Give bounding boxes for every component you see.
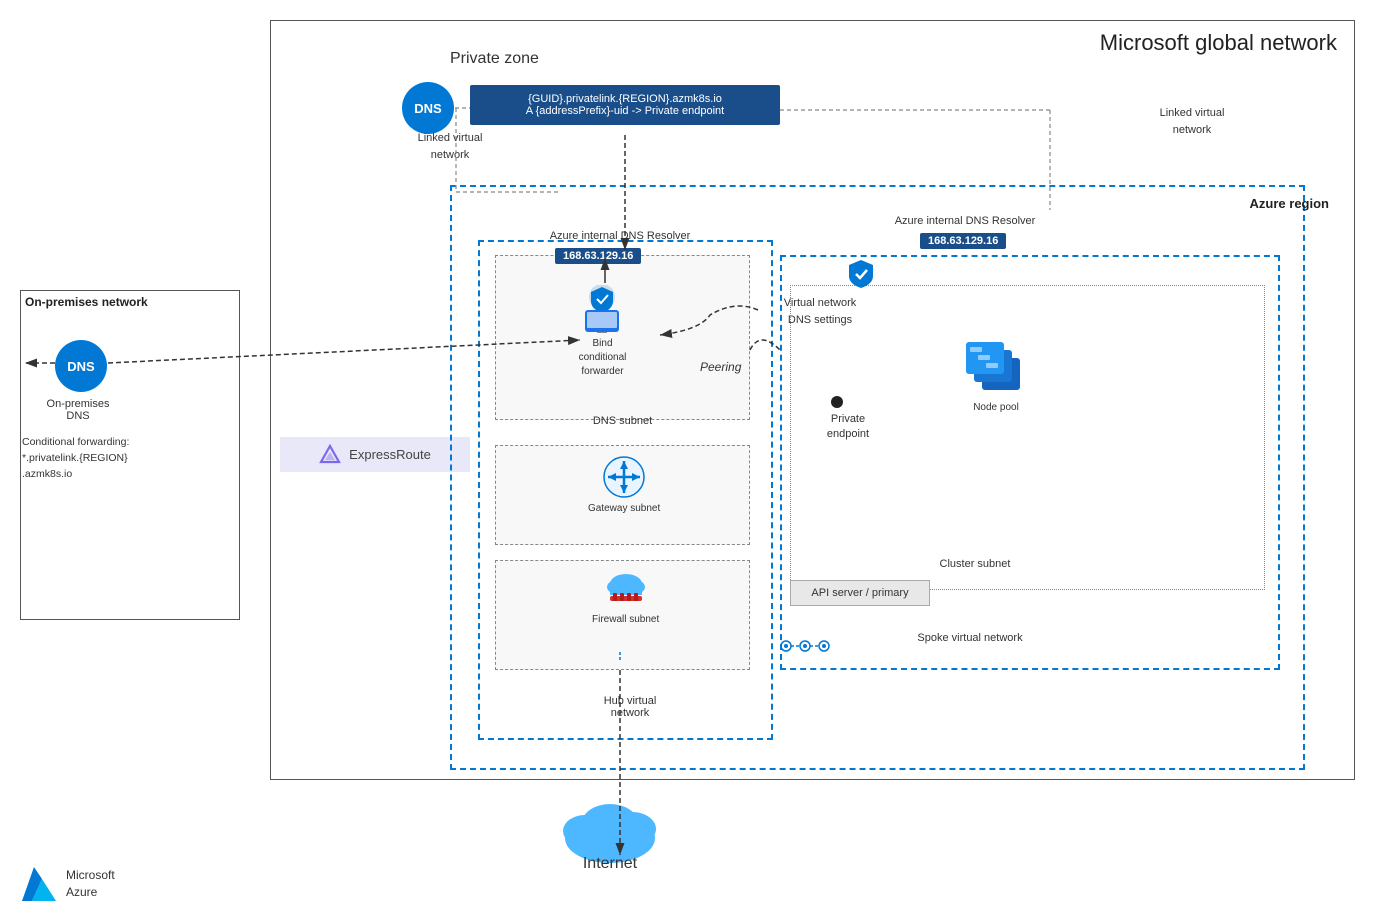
node-pool-icon: [960, 330, 1032, 398]
private-zone-label: Private zone: [450, 50, 539, 68]
peering-label: Peering: [700, 360, 741, 374]
azure-logo-text: MicrosoftAzure: [66, 867, 115, 901]
dns-ip-badge-right: 168.63.129.16: [920, 233, 1006, 249]
on-premises-dns-node-label: On-premisesDNS: [28, 398, 128, 422]
linked-vnet-label-1: Linked virtualnetwork: [395, 130, 505, 163]
firewall-subnet-label: Firewall subnet: [592, 614, 659, 625]
bind-forwarder-container: Bindconditionalforwarder: [575, 285, 630, 379]
gateway-subnet-label: Gateway subnet: [588, 503, 660, 514]
cluster-subnet-label: Cluster subnet: [875, 558, 1075, 570]
node-pool-label: Node pool: [973, 402, 1019, 413]
internet-cloud-container: Internet: [550, 793, 670, 873]
spoke-vnet-label: Spoke virtual network: [870, 632, 1070, 644]
spoke-vnet-connector: [780, 640, 835, 652]
dns-record-box: {GUID}.privatelink.{REGION}.azmk8s.io A …: [470, 85, 780, 125]
dns-record-line1: {GUID}.privatelink.{REGION}.azmk8s.io: [482, 93, 768, 105]
expressroute-area: ExpressRoute: [280, 437, 470, 472]
gateway-icon-container: Gateway subnet: [588, 455, 660, 514]
expressroute-icon: [319, 444, 341, 466]
on-premises-dns-globe: DNS: [55, 340, 107, 392]
dns-shield-right: [845, 258, 877, 293]
ms-global-title: Microsoft global network: [1100, 30, 1337, 56]
bind-forwarder-label: Bindconditionalforwarder: [579, 337, 627, 379]
dns-record-line2: A {addressPrefix}-uid -> Private endpoin…: [482, 105, 768, 117]
diagram-container: Microsoft global network On-premises net…: [0, 0, 1377, 923]
expressroute-label: ExpressRoute: [349, 447, 431, 462]
conditional-forwarding-label: Conditional forwarding:*.privatelink.{RE…: [22, 435, 232, 482]
on-premises-title: On-premises network: [25, 295, 148, 309]
private-zone-dns-text: DNS: [414, 101, 441, 116]
private-zone-dns-globe: DNS: [402, 82, 454, 134]
dns-subnet-label: DNS subnet: [495, 415, 750, 427]
on-premises-dns-label: DNS: [67, 359, 94, 374]
hub-vnet-label: Hub virtualnetwork: [520, 695, 740, 719]
dns-resolver-label-left: Azure internal DNS Resolver: [490, 230, 750, 242]
dns-resolver-label-right: Azure internal DNS Resolver: [840, 215, 1090, 227]
dns-ip-text-left: 168.63.129.16: [555, 248, 641, 264]
gateway-icon: [602, 455, 646, 499]
shield-icon-right: [845, 258, 877, 290]
dns-ip-text-right: 168.63.129.16: [920, 233, 1006, 249]
internet-label: Internet: [583, 855, 637, 873]
azure-logo-icon: [20, 865, 58, 903]
spoke-connector-icon: [780, 640, 835, 652]
private-endpoint-label: Privateendpoint: [808, 412, 888, 443]
linked-vnet-label-2: Linked virtualnetwork: [1132, 105, 1252, 138]
azure-region-label: Azure region: [1250, 196, 1329, 211]
private-endpoint-container: [830, 395, 844, 412]
api-server-label: API server / primary: [811, 587, 908, 599]
firewall-icon: [602, 570, 650, 610]
bind-forwarder-icon: [575, 285, 630, 333]
node-pool-container: Node pool: [960, 330, 1032, 413]
firewall-icon-container: Firewall subnet: [592, 570, 659, 625]
api-server-box: API server / primary: [790, 580, 930, 606]
private-endpoint-dot: [830, 395, 844, 409]
azure-logo: MicrosoftAzure: [20, 865, 115, 903]
dns-ip-badge-left: 168.63.129.16: [555, 248, 641, 264]
